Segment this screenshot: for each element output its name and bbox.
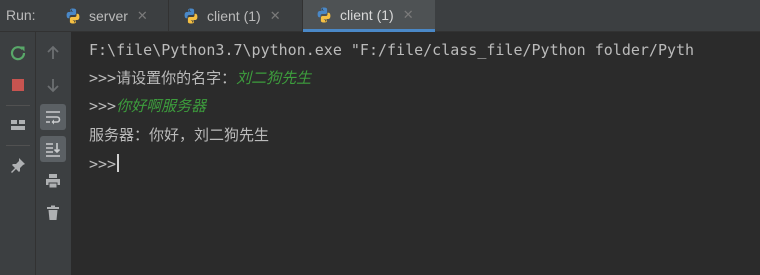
stop-button[interactable] [5, 72, 31, 98]
close-icon[interactable]: ✕ [270, 8, 281, 24]
scroll-to-end-button[interactable] [40, 136, 66, 162]
tab-label: client (1) [340, 6, 394, 23]
soft-wrap-icon [46, 111, 61, 125]
clear-all-button[interactable] [40, 200, 66, 226]
rerun-icon [10, 46, 26, 61]
stop-icon [12, 79, 24, 91]
python-icon [317, 7, 331, 22]
prompt-text: >>>请设置你的名字： [89, 69, 237, 87]
rerun-button[interactable] [5, 40, 31, 66]
scroll-to-end-icon [46, 143, 61, 157]
python-icon [184, 8, 198, 24]
soft-wrap-button[interactable] [40, 104, 66, 130]
tab-client-1-active[interactable]: client (1) ✕ [303, 0, 435, 32]
python-icon [66, 8, 80, 24]
prompt-text: >>> [89, 97, 117, 115]
run-actions-toolbar [0, 32, 36, 275]
console-input-line[interactable]: >>> [89, 154, 120, 174]
close-icon[interactable]: ✕ [137, 8, 148, 24]
tab-label: client (1) [207, 8, 261, 24]
text-caret [117, 154, 120, 172]
toolbar-separator [6, 105, 30, 106]
server-reply-line: 服务器：你好，刘二狗先生 [89, 126, 270, 144]
up-arrow-icon [47, 45, 59, 59]
pin-icon [11, 158, 25, 173]
close-icon[interactable]: ✕ [403, 7, 414, 23]
console-line-name-prompt: >>>请设置你的名字：刘二狗先生 [89, 68, 311, 88]
user-input-message: 你好啊服务器 [116, 97, 207, 115]
toolbar-separator [6, 145, 30, 146]
next-occurrence-button[interactable] [40, 72, 66, 98]
tab-client-1[interactable]: client (1) ✕ [178, 0, 302, 32]
console-line-message-prompt: >>>你好啊服务器 [89, 96, 206, 116]
trash-icon [47, 205, 59, 220]
layout-button[interactable] [5, 112, 31, 138]
command-line: F:\file\Python3.7\python.exe "F:/file/cl… [89, 41, 695, 59]
run-label: Run: [6, 7, 36, 23]
pin-button[interactable] [5, 152, 31, 178]
layout-icon [11, 120, 25, 130]
tab-server[interactable]: server ✕ [60, 0, 168, 32]
prompt-text: >>> [89, 155, 117, 173]
down-arrow-icon [47, 79, 59, 93]
previous-occurrence-button[interactable] [40, 40, 66, 66]
tab-label: server [89, 8, 128, 24]
print-button[interactable] [40, 168, 66, 194]
user-input-name: 刘二狗先生 [236, 69, 312, 87]
console-actions-toolbar [36, 32, 72, 275]
run-tool-window: Run: server ✕ client (1) ✕ client (1) ✕ … [0, 0, 760, 275]
console-output[interactable]: F:\file\Python3.7\python.exe "F:/file/cl… [72, 32, 760, 275]
tab-divider [168, 0, 169, 32]
run-tab-bar: Run: server ✕ client (1) ✕ client (1) ✕ [0, 0, 760, 32]
print-icon [46, 174, 60, 189]
